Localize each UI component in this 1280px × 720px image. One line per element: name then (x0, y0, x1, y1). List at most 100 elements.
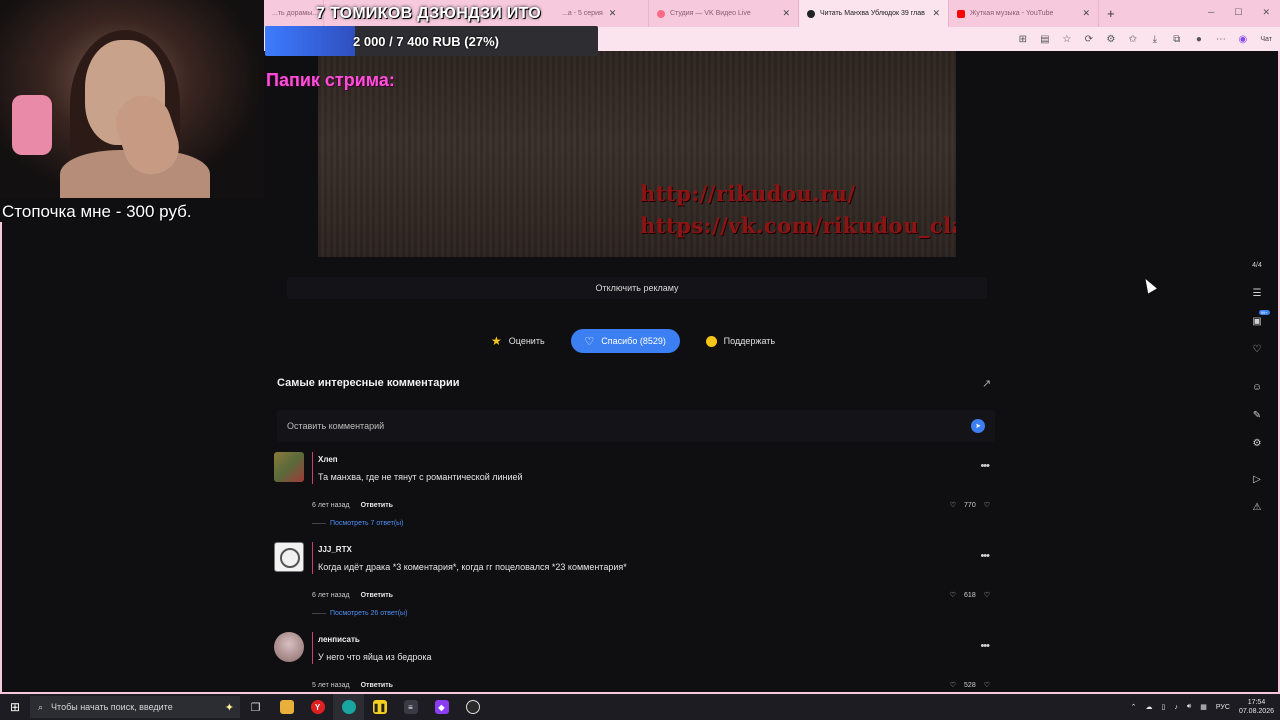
star-icon: ★ (491, 334, 502, 348)
rate-button[interactable]: ★ Оценить (479, 329, 557, 353)
yandex-browser-icon[interactable]: Y (302, 694, 333, 720)
usb-icon[interactable]: ▯ (1162, 703, 1166, 711)
like-icon[interactable]: ♡ (950, 501, 956, 509)
search-icon: ⌕ (38, 701, 44, 712)
close-window-icon[interactable]: ✕ (1262, 7, 1270, 18)
screenshot-icon[interactable]: ⧉ (1170, 33, 1183, 46)
reply-button[interactable]: Ответить (361, 682, 393, 689)
comment-meta: 5 лет назад Ответить (312, 682, 393, 689)
dislike-icon[interactable]: ♡ (984, 681, 990, 689)
goal-progress-text: 2 000 / 7 400 RUB (27%) (353, 33, 499, 49)
dislike-icon[interactable]: ♡ (984, 591, 990, 599)
dislike-icon[interactable]: ♡ (984, 501, 990, 509)
chapter-list-icon[interactable]: ☰ (1251, 287, 1264, 300)
chat-label[interactable]: Чат (1260, 36, 1272, 43)
task-view-icon[interactable]: ❐ (240, 694, 271, 720)
comment-likes: ♡ 770 ♡ (950, 501, 990, 510)
copilot-icon[interactable]: ◉ (1236, 33, 1249, 46)
heart-icon: ♡ (584, 335, 595, 348)
new-tab-button[interactable]: + (1107, 6, 1115, 21)
reader-icon[interactable]: ▤ (1038, 33, 1051, 46)
close-icon[interactable]: ✕ (1082, 8, 1090, 19)
twitch-icon[interactable]: ◆ (426, 694, 457, 720)
comment-author[interactable]: JJJ_RTX (318, 544, 992, 556)
stream-app-icon[interactable]: ❚❚ (364, 694, 395, 720)
view-replies-link[interactable]: Посмотреть 26 ответ(ы) (312, 610, 407, 617)
replies-label: Посмотреть 26 ответ(ы) (330, 610, 408, 617)
close-icon[interactable]: ✕ (609, 8, 617, 19)
bookmarks-icon[interactable]: ▣ 99+ (1251, 310, 1270, 328)
profile-icon[interactable]: ● (1192, 33, 1205, 46)
comment-item: JJJ_RTX Когда идёт драка *3 коментария*,… (274, 542, 996, 622)
avatar[interactable] (274, 452, 304, 482)
network-icon[interactable]: ▦ (1200, 703, 1207, 711)
browser-tab[interactable]: ...ть дорамы... (264, 0, 324, 27)
disable-ads-button[interactable]: Отключить рекламу (287, 277, 987, 299)
more-options-icon[interactable]: ••• (980, 550, 990, 562)
like-icon[interactable]: ♡ (950, 681, 956, 689)
view-replies-link[interactable]: Посмотреть 7 ответ(ы) (312, 520, 404, 527)
like-count: 618 (964, 591, 976, 599)
browser-tab[interactable]: Студия — VK Видео Live ✕ (649, 0, 799, 27)
browser-tab[interactable]: Жуткая музыка - YouTube ✕ (949, 0, 1099, 27)
comment-likes: ♡ 528 ♡ (950, 681, 990, 690)
maximize-icon[interactable]: ☐ (1234, 7, 1242, 18)
download-icon[interactable]: ⤓ (1148, 33, 1161, 46)
comment-text: Та манхва, где не тянут с романтической … (318, 472, 523, 482)
file-explorer-icon[interactable] (271, 694, 302, 720)
tab-label: Жуткая музыка - YouTube (970, 10, 1054, 17)
like-icon[interactable]: ♡ (950, 591, 956, 599)
clock[interactable]: 17:54 07.08.2026 (1239, 698, 1274, 716)
browser-tab[interactable]: ...а - 5 серия ✕ (554, 0, 649, 27)
send-icon[interactable]: ➤ (971, 419, 985, 433)
volume-icon[interactable]: 🔊︎ (1187, 703, 1191, 711)
comment-author[interactable]: ленписать (318, 634, 992, 646)
play-icon[interactable]: ▷ (1251, 473, 1264, 486)
report-icon[interactable]: ⚠ (1251, 501, 1264, 514)
extension-icon[interactable]: ⚙ (1104, 33, 1117, 46)
language-indicator[interactable]: РУС (1216, 704, 1230, 711)
windows-taskbar: ⊞ ⌕ Чтобы начать поиск, введите ✦ ❐ Y ❚❚… (0, 694, 1280, 720)
obs-icon[interactable] (457, 694, 488, 720)
windows-start-icon[interactable]: ⊞ (0, 694, 30, 720)
expand-arrow-icon[interactable]: ↗ (982, 377, 991, 390)
reply-button[interactable]: Ответить (361, 592, 393, 599)
heart-icon[interactable]: ♡ (1251, 343, 1264, 356)
split-view-icon[interactable]: ⊞ (1016, 33, 1029, 46)
taskbar-search[interactable]: ⌕ Чтобы начать поиск, введите ✦ (30, 696, 240, 718)
comment-time: 6 лет назад (312, 592, 350, 599)
settings-icon[interactable]: ⚙ (1251, 437, 1264, 450)
mic-icon[interactable]: ♪ (1174, 704, 1178, 711)
window-controls: ─ ☐ ✕ (1208, 7, 1270, 18)
edge-icon[interactable] (333, 694, 364, 720)
edit-icon[interactable]: ✎ (1251, 409, 1264, 422)
like-count: 770 (964, 501, 976, 509)
favorites-icon[interactable]: ✩ (1126, 33, 1139, 46)
browser-tab-active[interactable]: Читать Манхва Ублюдок 39 глав ✕ (799, 0, 949, 27)
more-options-icon[interactable]: ••• (980, 460, 990, 472)
comment-input[interactable]: Оставить комментарий ➤ (277, 410, 995, 442)
comment-item: ленписать У него что яйца из бедрока •••… (274, 632, 996, 692)
close-icon[interactable]: ✕ (782, 8, 790, 19)
more-options-icon[interactable]: ••• (980, 640, 990, 652)
avatar[interactable] (274, 632, 304, 662)
comments-icon[interactable]: ☺ (1251, 381, 1264, 394)
thanks-button[interactable]: ♡ Спасибо (8529) (570, 329, 680, 353)
minimize-icon[interactable]: ─ (1208, 7, 1214, 18)
avatar[interactable] (274, 542, 304, 572)
reply-button[interactable]: Ответить (361, 502, 393, 509)
stream-frame-left (0, 222, 2, 694)
support-button[interactable]: Поддержать (694, 329, 787, 353)
close-icon[interactable]: ✕ (932, 8, 940, 19)
more-icon[interactable]: ⋯ (1214, 33, 1227, 46)
comment-author[interactable]: Хлеп (318, 454, 992, 466)
chevron-up-icon[interactable]: ⌃ (1131, 703, 1137, 711)
onedrive-icon[interactable]: ☁ (1146, 703, 1153, 711)
microphone-icon (12, 95, 52, 155)
star-icon[interactable]: ☆ (1060, 33, 1073, 46)
refresh-icon[interactable]: ⟳ (1082, 33, 1095, 46)
replies-divider (312, 523, 326, 524)
comment-item: Хлеп Та манхва, где не тянут с романтиче… (274, 452, 996, 532)
notepad-icon[interactable]: ≡ (395, 694, 426, 720)
ad-banner[interactable]: http://rikudou.ru/ https://vk.com/rikudo… (318, 51, 956, 257)
